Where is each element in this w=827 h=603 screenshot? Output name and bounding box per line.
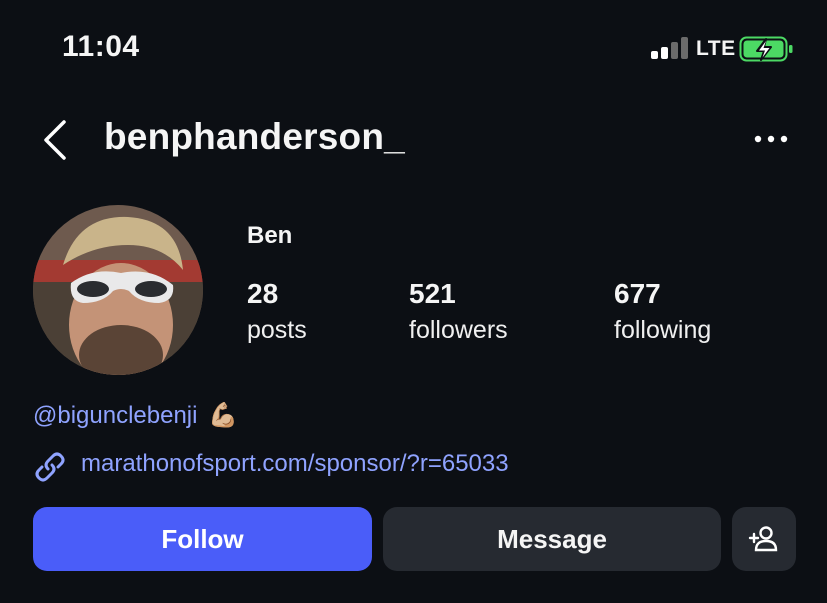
stat-followers-value: 521	[409, 278, 456, 309]
back-button[interactable]	[40, 118, 70, 162]
more-options-button[interactable]	[752, 127, 792, 151]
stat-following-value: 677	[614, 278, 661, 309]
profile-username: benphanderson_	[104, 116, 405, 157]
chevron-left-icon	[44, 120, 66, 160]
avatar[interactable]	[33, 205, 203, 375]
stat-following[interactable]: 677 following	[614, 278, 711, 345]
add-person-icon	[748, 526, 778, 552]
stat-posts[interactable]: 28 posts	[247, 278, 307, 345]
stat-followers[interactable]: 521 followers	[409, 278, 508, 345]
display-name: Ben	[247, 222, 293, 249]
bio-mention-row: @bigunclebenji 💪🏼	[33, 401, 238, 430]
suggest-people-button[interactable]	[732, 507, 796, 571]
follow-button[interactable]: Follow	[33, 507, 372, 571]
stat-posts-label: posts	[247, 316, 307, 344]
stat-following-label: following	[614, 316, 712, 344]
stat-followers-label: followers	[409, 316, 508, 344]
link-icon	[35, 452, 65, 482]
status-bar: 11:04 LTE	[0, 0, 827, 100]
network-type: LTE	[696, 37, 736, 60]
cellular-signal-icon	[651, 37, 691, 59]
battery-charging-icon	[739, 35, 795, 63]
bio-mention-link[interactable]: @bigunclebenji	[33, 402, 197, 429]
flexed-bicep-emoji: 💪🏼	[208, 402, 239, 429]
stat-posts-value: 28	[247, 278, 279, 309]
more-horizontal-icon	[754, 135, 788, 143]
profile-photo	[33, 205, 203, 375]
message-button[interactable]: Message	[383, 507, 721, 571]
status-time: 11:04	[62, 30, 140, 63]
bio-link-url[interactable]: marathonofsport.com/sponsor/?r=65033	[81, 450, 509, 478]
